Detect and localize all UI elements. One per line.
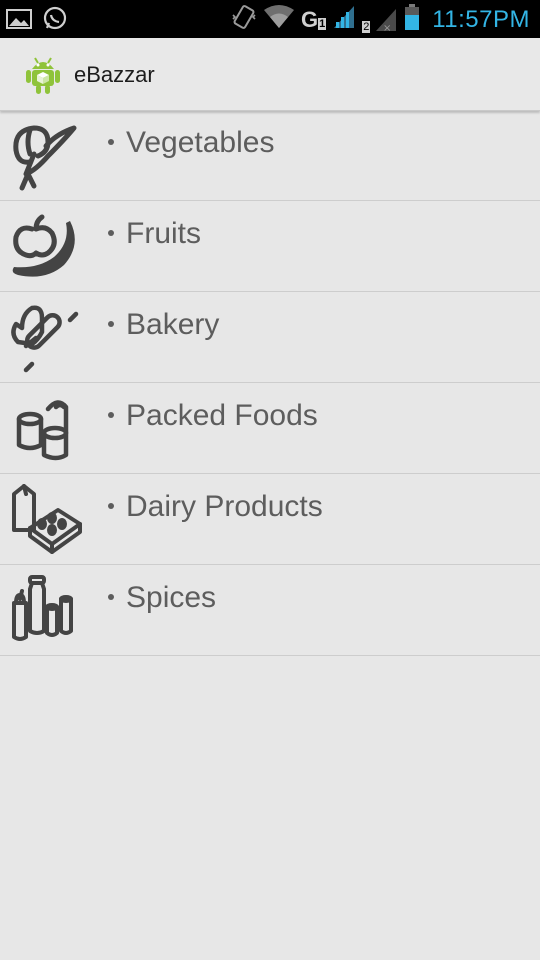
android-app-icon[interactable] [22,53,64,95]
network-type-icon: G1 [300,6,327,32]
bakery-icon [8,302,82,376]
signal-icon [332,4,356,35]
list-item-label: Bakery [108,308,219,342]
image-notification-icon [6,8,32,35]
vegetables-icon [8,120,82,194]
list-item-label: Dairy Products [108,490,323,524]
bullet [108,321,114,327]
bullet [108,139,114,145]
svg-text:×: × [383,23,391,33]
category-list: Vegetables Fruits Bakery Packed Foods Da… [0,110,540,656]
list-item-packed-foods[interactable]: Packed Foods [0,383,540,474]
sim2-signal-icon: 2 × [362,7,398,33]
bullet [108,230,114,236]
spices-icon [8,575,82,649]
bullet [108,503,114,509]
battery-icon [404,3,420,36]
list-item-fruits[interactable]: Fruits [0,201,540,292]
list-item-label: Vegetables [108,126,274,160]
action-bar: eBazzar [0,38,540,111]
clock: 11:57PM [432,5,530,33]
vibrate-icon [231,3,257,36]
list-item-label: Packed Foods [108,399,318,433]
packed-foods-icon [8,393,82,467]
list-item-bakery[interactable]: Bakery [0,292,540,383]
wifi-icon [263,4,295,35]
whatsapp-icon [42,6,68,37]
list-item-label: Spices [108,581,216,615]
list-item-label: Fruits [108,217,201,251]
dairy-products-icon [8,484,82,558]
fruits-icon [8,211,82,285]
bullet [108,594,114,600]
list-item-spices[interactable]: Spices [0,565,540,656]
list-item-dairy-products[interactable]: Dairy Products [0,474,540,565]
status-bar: G1 2 × 11:57PM [0,0,540,38]
list-item-vegetables[interactable]: Vegetables [0,110,540,201]
app-title: eBazzar [74,62,155,87]
bullet [108,412,114,418]
